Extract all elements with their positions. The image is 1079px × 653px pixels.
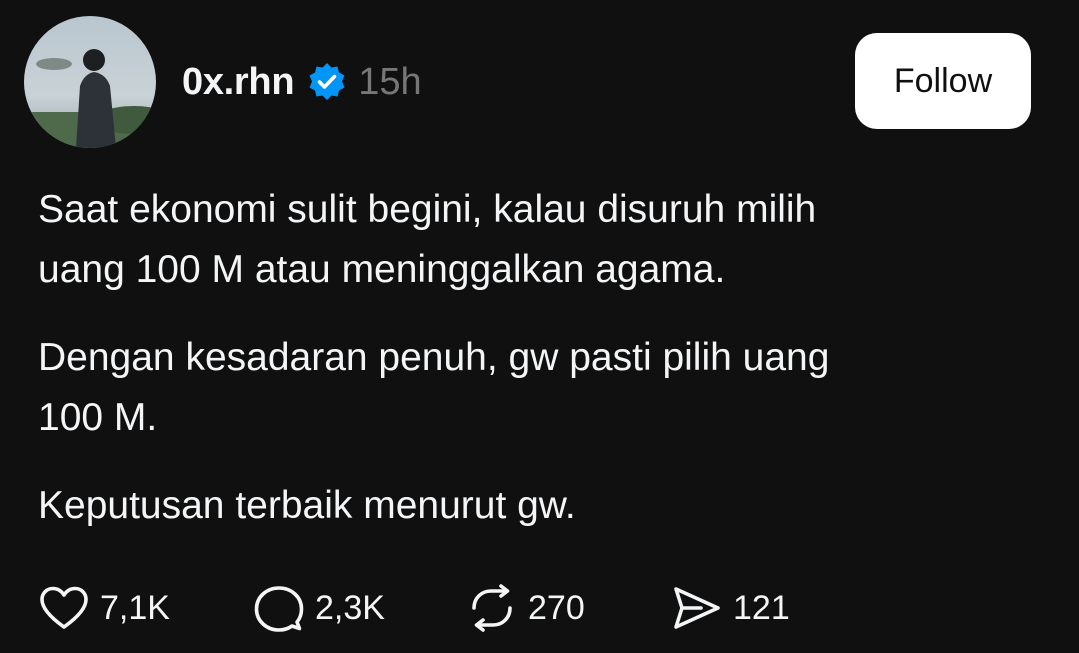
heart-icon bbox=[40, 586, 88, 629]
post-paragraph: Saat ekonomi sulit begini, kalau disuruh… bbox=[38, 188, 817, 291]
reply-button[interactable]: 2,3K bbox=[253, 584, 466, 632]
repost-button[interactable]: 270 bbox=[466, 584, 671, 632]
username[interactable]: 0x.rhn bbox=[182, 61, 295, 104]
comment-icon bbox=[254, 586, 304, 632]
post-paragraph: Dengan kesadaran penuh, gw pasti pilih u… bbox=[38, 336, 830, 439]
avatar[interactable] bbox=[24, 16, 156, 148]
post-timestamp: 15h bbox=[358, 60, 422, 103]
repost-icon bbox=[472, 584, 512, 632]
action-bar: 7,1K 2,3K 270 121 bbox=[38, 582, 811, 634]
share-count: 121 bbox=[733, 588, 790, 627]
post-body: Saat ekonomi sulit begini, kalau disuruh… bbox=[38, 180, 1038, 564]
like-button[interactable]: 7,1K bbox=[38, 585, 253, 631]
reply-count: 2,3K bbox=[315, 588, 385, 627]
post-paragraph: Keputusan terbaik menurut gw. bbox=[38, 484, 576, 527]
share-button[interactable]: 121 bbox=[671, 584, 811, 632]
share-icon bbox=[674, 587, 720, 629]
avatar-image bbox=[24, 16, 156, 148]
repost-count: 270 bbox=[528, 588, 585, 627]
post-header: 0x.rhn 15h bbox=[182, 56, 422, 108]
post-card: 0x.rhn 15h Follow Saat ekonomi sulit beg… bbox=[0, 0, 1079, 653]
verified-badge-icon bbox=[306, 61, 348, 103]
like-count: 7,1K bbox=[100, 588, 170, 627]
follow-button[interactable]: Follow bbox=[855, 33, 1031, 129]
